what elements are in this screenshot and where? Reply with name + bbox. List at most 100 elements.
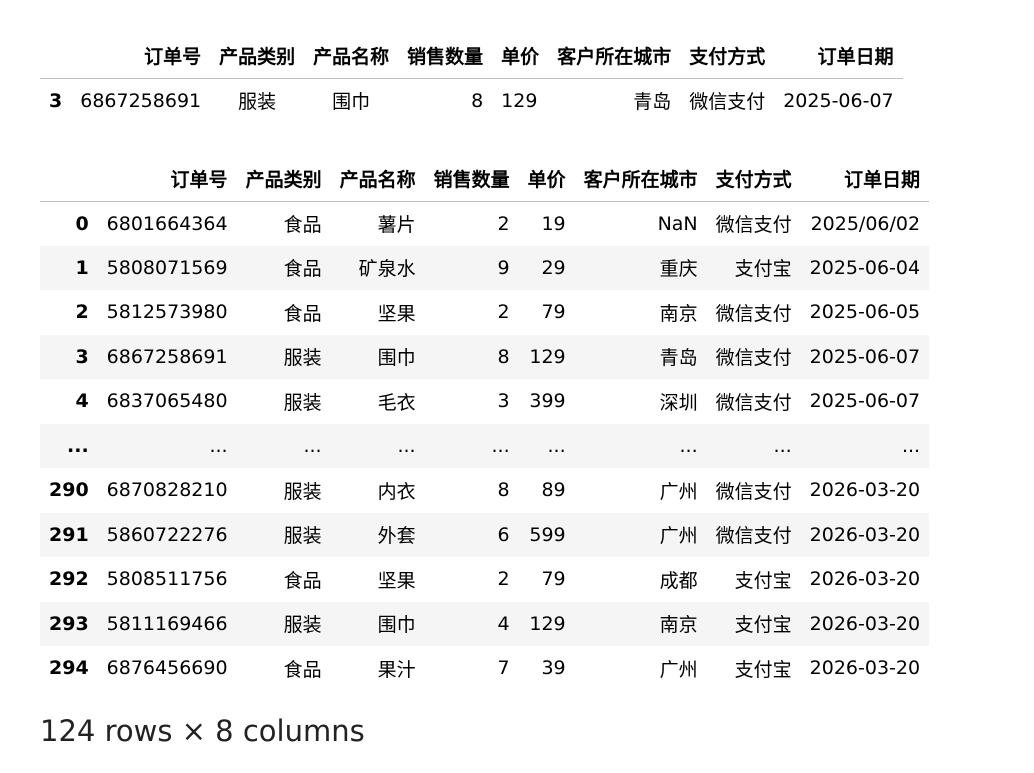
row-index: 290 [49, 479, 89, 502]
cell-date: 2026-03-20 [809, 612, 921, 635]
header-row: 订单号 产品类别 产品名称 销售数量 单价 客户所在城市 支付方式 订单日期 [40, 34, 903, 78]
cell-city: 深圳 [659, 391, 698, 414]
cell-city: 成都 [659, 569, 698, 592]
cell-payment: 微信支付 [689, 91, 766, 114]
cell-city: 广州 [659, 658, 698, 681]
cell-payment: 微信支付 [715, 391, 792, 414]
cell-product: 围巾 [377, 614, 416, 637]
cell-price: 129 [501, 89, 538, 112]
cell-date: 2026-03-20 [809, 523, 921, 546]
cell-product: 坚果 [377, 302, 416, 325]
column-header-quantity: 销售数量 [433, 169, 510, 192]
table-row: 2 5812573980 食品 坚果 2 79 南京 微信支付 2025-06-05 [40, 290, 929, 335]
cell-price: 39 [541, 657, 566, 680]
dataframe-shape-caption: 124 rows × 8 columns [40, 714, 365, 748]
row-index: 3 [49, 89, 63, 112]
cell-date: ... [901, 434, 921, 457]
cell-category: 食品 [283, 302, 322, 325]
table-header: 订单号 产品类别 产品名称 销售数量 单价 客户所在城市 支付方式 订单日期 [40, 34, 903, 78]
table-row: 0 6801664364 食品 薯片 2 19 NaN 微信支付 2025/06/02 [40, 201, 929, 246]
filtered-dataframe-table: 订单号 产品类别 产品名称 销售数量 单价 客户所在城市 支付方式 订单日期 3… [40, 34, 903, 123]
column-header-product: 产品名称 [313, 46, 390, 69]
cell-city: NaN [657, 212, 698, 235]
cell-category: 服装 [283, 347, 322, 370]
table-row: 4 6837065480 服装 毛衣 3 399 深圳 微信支付 2025-06-07 [40, 379, 929, 424]
cell-date: 2025-06-05 [809, 301, 921, 324]
cell-payment: ... [773, 434, 792, 457]
cell-city: 广州 [659, 525, 698, 548]
row-index: 0 [75, 212, 89, 235]
column-header-city: 客户所在城市 [557, 46, 672, 69]
table-body: 0 6801664364 食品 薯片 2 19 NaN 微信支付 2025/06/02 1 5808… [40, 201, 930, 691]
row-index: ... [67, 434, 89, 457]
cell-quantity: 8 [471, 89, 484, 112]
column-header-category: 产品类别 [219, 46, 296, 69]
cell-product: 果汁 [377, 658, 416, 681]
cell-quantity: 8 [497, 345, 510, 368]
cell-product: 坚果 [377, 569, 416, 592]
column-header-date: 订单日期 [844, 169, 921, 192]
column-header-price: 单价 [527, 169, 566, 192]
cell-city: 重庆 [659, 258, 698, 281]
column-header-payment: 支付方式 [689, 46, 766, 69]
index-header [40, 34, 71, 78]
cell-order-id: 5860722276 [106, 523, 228, 546]
cell-payment: 微信支付 [715, 214, 792, 236]
cell-order-id: 5808071569 [106, 256, 228, 279]
cell-order-id: 6876456690 [106, 657, 228, 680]
row-index: 291 [49, 523, 89, 546]
cell-product: 毛衣 [377, 391, 416, 414]
row-index: 294 [49, 657, 89, 680]
cell-quantity: 7 [497, 657, 510, 680]
cell-city: 南京 [659, 614, 698, 637]
cell-payment: 支付宝 [734, 569, 792, 592]
cell-quantity: 8 [497, 479, 510, 502]
table-row: 1 5808071569 食品 矿泉水 9 29 重庆 支付宝 2025-06-04 [40, 245, 930, 290]
preview-dataframe-table: 订单号 产品类别 产品名称 销售数量 单价 客户所在城市 支付方式 订单日期 0… [40, 157, 930, 691]
cell-order-id: 6837065480 [106, 390, 228, 413]
cell-category: 食品 [283, 569, 322, 592]
column-header-city: 客户所在城市 [583, 169, 698, 192]
cell-category: 服装 [283, 391, 322, 414]
cell-category: 服装 [283, 525, 322, 548]
column-header-product: 产品名称 [339, 169, 416, 192]
cell-city: 广州 [659, 480, 698, 503]
table-row: 3 6867258691 服装 围巾 8 129 青岛 微信支付 2025-06… [40, 78, 903, 123]
cell-product: 内衣 [377, 480, 416, 503]
column-header-date: 订单日期 [817, 46, 894, 69]
cell-category: 食品 [283, 658, 322, 681]
cell-date: 2025-06-07 [809, 345, 921, 368]
cell-quantity: 9 [497, 256, 510, 279]
column-header-quantity: 销售数量 [407, 46, 484, 69]
cell-category: 服装 [238, 91, 277, 114]
cell-order-id: 6801664364 [106, 212, 228, 235]
cell-price: 89 [541, 479, 566, 502]
cell-quantity: 6 [497, 523, 510, 546]
cell-category: 服装 [283, 480, 322, 503]
cell-order-id: 5812573980 [106, 301, 228, 324]
cell-payment: 微信支付 [715, 347, 792, 370]
index-header [40, 157, 98, 201]
cell-order-id: 5811169466 [106, 612, 228, 635]
cell-category: ... [303, 434, 322, 457]
cell-product: 围巾 [377, 347, 416, 370]
cell-quantity: 3 [497, 390, 510, 413]
ellipsis-row: ........................... [40, 423, 930, 468]
cell-category: 食品 [283, 258, 322, 281]
cell-category: 服装 [283, 614, 322, 637]
cell-order-id: 6870828210 [106, 479, 228, 502]
column-header-price: 单价 [501, 46, 540, 69]
cell-payment: 微信支付 [715, 480, 792, 503]
cell-date: 2025-06-07 [809, 390, 921, 413]
cell-city: 青岛 [659, 347, 698, 370]
cell-city: ... [679, 434, 698, 457]
cell-city: 南京 [659, 302, 698, 325]
row-index: 2 [75, 301, 89, 324]
cell-order-id: 6867258691 [106, 345, 228, 368]
cell-price: ... [547, 434, 566, 457]
cell-city: 青岛 [633, 91, 672, 114]
row-index: 1 [75, 256, 89, 279]
cell-price: 129 [529, 612, 566, 635]
cell-date: 2025-06-07 [783, 89, 894, 112]
cell-quantity: 4 [497, 612, 510, 635]
